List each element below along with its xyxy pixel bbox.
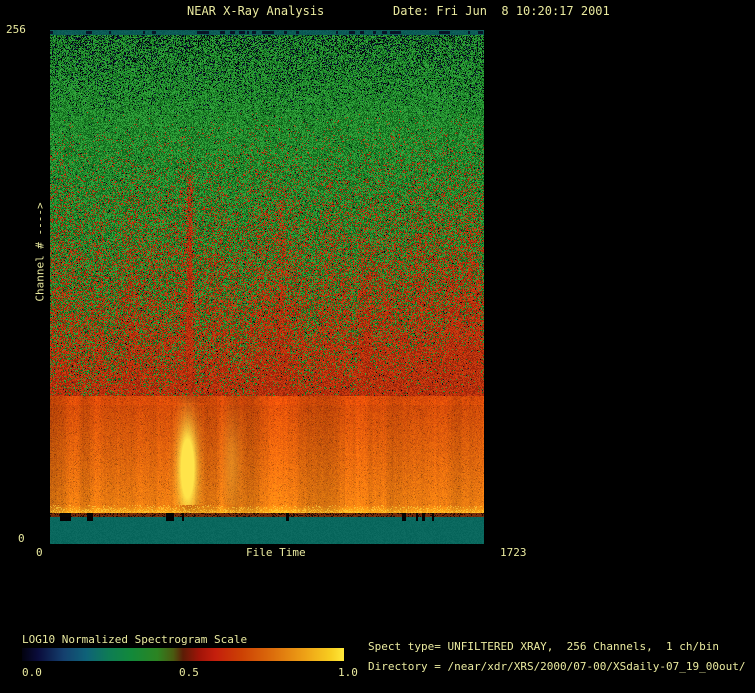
y-axis-min-label: 0 [18,532,25,545]
colorbar-tick-min: 0.0 [22,666,42,679]
directory-label: Directory = /near/xdr/XRS/2000/07-00/XSd… [368,660,746,673]
y-axis-max-label: 256 [6,23,26,36]
x-axis-max-label: 1723 [500,546,527,559]
x-axis-title: File Time [246,546,306,559]
spectrogram-image [50,30,484,544]
near-xray-analysis-window: NEAR X-Ray Analysis Date: Fri Jun 8 10:2… [0,0,755,693]
x-axis-min-label: 0 [36,546,43,559]
page-title: NEAR X-Ray Analysis [187,4,325,18]
colorbar-gradient [22,648,344,661]
y-axis-title: Channel # ----> [33,202,47,302]
colorbar-tick-mid: 0.5 [179,666,199,679]
colorbar-tick-max: 1.0 [338,666,358,679]
date-label: Date: Fri Jun 8 10:20:17 2001 [393,4,610,18]
spect-type-label: Spect type= UNFILTERED XRAY, 256 Channel… [368,640,719,653]
colorbar-title: LOG10 Normalized Spectrogram Scale [22,633,248,646]
